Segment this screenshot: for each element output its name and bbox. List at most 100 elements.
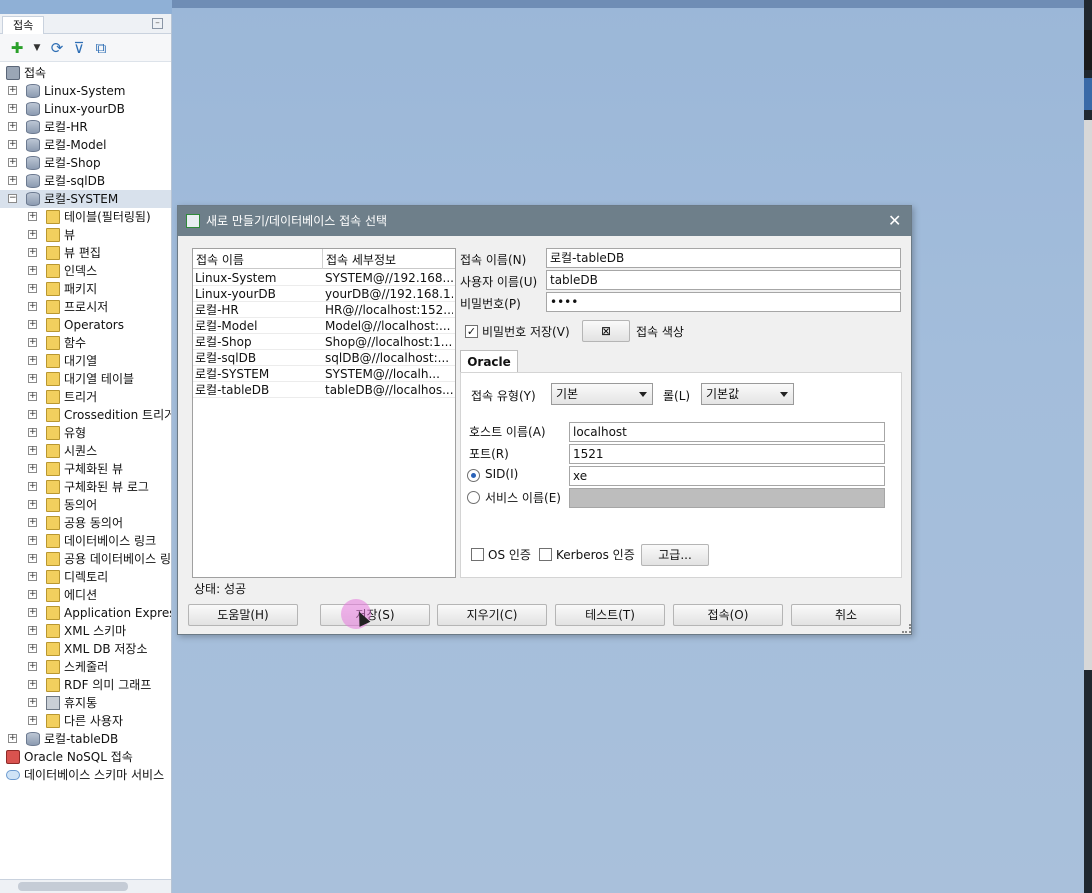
- test-button[interactable]: 테스트(T): [555, 604, 665, 626]
- list-item[interactable]: 로컬-Shop Shop@//localhost:1...: [193, 334, 455, 350]
- username-field[interactable]: tableDB: [546, 270, 901, 290]
- column-header-detail[interactable]: 접속 세부정보: [326, 251, 396, 268]
- tree-item-object-folder[interactable]: + RDF 의미 그래프: [0, 676, 171, 694]
- list-item[interactable]: 로컬-SYSTEM SYSTEM@//localh...: [193, 366, 455, 382]
- expand-icon[interactable]: +: [28, 554, 37, 563]
- host-field[interactable]: localhost: [569, 422, 885, 442]
- filter-icon[interactable]: ⊽: [70, 39, 88, 57]
- close-icon[interactable]: ✕: [888, 206, 901, 236]
- cancel-button[interactable]: 취소: [791, 604, 901, 626]
- role-select[interactable]: 기본값: [701, 383, 794, 405]
- tree-item-object-folder[interactable]: + 시퀀스: [0, 442, 171, 460]
- service-name-radio[interactable]: [467, 491, 480, 504]
- tree-item-object-folder[interactable]: + 트리거: [0, 388, 171, 406]
- expand-icon[interactable]: +: [28, 428, 37, 437]
- expand-icon[interactable]: +: [28, 374, 37, 383]
- tree-item-object-folder[interactable]: + 공용 동의어: [0, 514, 171, 532]
- expand-icon[interactable]: +: [28, 662, 37, 671]
- kerberos-checkbox[interactable]: [539, 548, 552, 561]
- scrollbar-thumb[interactable]: [18, 882, 128, 891]
- horizontal-scrollbar[interactable]: [0, 879, 171, 893]
- conn-type-select[interactable]: 기본: [551, 383, 653, 405]
- expand-icon[interactable]: +: [8, 140, 17, 149]
- expand-icon[interactable]: +: [28, 680, 37, 689]
- tree-item-object-folder[interactable]: + Operators: [0, 316, 171, 334]
- conn-name-field[interactable]: 로컬-tableDB: [546, 248, 901, 268]
- expand-icon[interactable]: +: [28, 518, 37, 527]
- tree-item-object-folder[interactable]: + 함수: [0, 334, 171, 352]
- expand-icon[interactable]: +: [8, 734, 17, 743]
- clear-button[interactable]: 지우기(C): [437, 604, 547, 626]
- tree-item-object-folder[interactable]: + 디렉토리: [0, 568, 171, 586]
- expand-icon[interactable]: +: [8, 104, 17, 113]
- tree-item-object-folder[interactable]: + 공용 데이터베이스 링크: [0, 550, 171, 568]
- tree-item-object-folder[interactable]: + XML DB 저장소: [0, 640, 171, 658]
- tree-item-object-folder[interactable]: + 뷰 편집: [0, 244, 171, 262]
- list-item[interactable]: 로컬-Model Model@//localhost:...: [193, 318, 455, 334]
- tree-item-object-folder[interactable]: + 인덱스: [0, 262, 171, 280]
- expand-icon[interactable]: +: [28, 338, 37, 347]
- advanced-button[interactable]: 고급...: [641, 544, 709, 566]
- tree-item-object-folder[interactable]: + 대기열: [0, 352, 171, 370]
- save-button[interactable]: 저장(S): [320, 604, 430, 626]
- expand-icon[interactable]: +: [28, 590, 37, 599]
- conn-color-button[interactable]: ⊠: [582, 320, 630, 342]
- refresh-icon[interactable]: ⟳: [48, 39, 66, 57]
- connection-list[interactable]: 접속 이름 접속 세부정보 Linux-System SYSTEM@//192.1…: [192, 248, 456, 578]
- chevron-down-icon[interactable]: ▼: [28, 39, 46, 57]
- expand-icon[interactable]: +: [8, 176, 17, 185]
- expand-icon[interactable]: +: [28, 320, 37, 329]
- expand-icon[interactable]: +: [28, 464, 37, 473]
- tree-item-connection[interactable]: − 로컬-SYSTEM: [0, 190, 171, 208]
- tree-item-object-folder[interactable]: + 패키지: [0, 280, 171, 298]
- tree-item-object-folder[interactable]: + 휴지통: [0, 694, 171, 712]
- tree-item-connection[interactable]: + 로컬-Model: [0, 136, 171, 154]
- tree-item-connection[interactable]: + Linux-System: [0, 82, 171, 100]
- expand-icon[interactable]: +: [28, 392, 37, 401]
- tree-item-object-folder[interactable]: + 구체화된 뷰: [0, 460, 171, 478]
- expand-icon[interactable]: +: [28, 230, 37, 239]
- tree-item-object-folder[interactable]: + 다른 사용자: [0, 712, 171, 730]
- expand-icon[interactable]: +: [28, 266, 37, 275]
- tree-item-connection[interactable]: + 로컬-sqlDB: [0, 172, 171, 190]
- tree-item-object-folder[interactable]: + 에디션: [0, 586, 171, 604]
- tree-item-object-folder[interactable]: + 뷰: [0, 226, 171, 244]
- save-password-checkbox[interactable]: ✓: [465, 325, 478, 338]
- expand-icon[interactable]: +: [28, 212, 37, 221]
- expand-icon[interactable]: +: [28, 248, 37, 257]
- tree-item-connection[interactable]: + 로컬-HR: [0, 118, 171, 136]
- tree-item-object-folder[interactable]: + 대기열 테이블: [0, 370, 171, 388]
- resize-grip-icon[interactable]: [902, 624, 911, 633]
- help-button[interactable]: 도움말(H): [188, 604, 298, 626]
- tree-item-object-folder[interactable]: + 테이블(필터링됨): [0, 208, 171, 226]
- password-field[interactable]: ••••: [546, 292, 901, 312]
- list-item[interactable]: Linux-System SYSTEM@//192.168....: [193, 270, 455, 286]
- tree-item-object-folder[interactable]: + 데이터베이스 링크: [0, 532, 171, 550]
- minimize-icon[interactable]: –: [152, 18, 163, 29]
- expand-icon[interactable]: +: [28, 446, 37, 455]
- tree-item-object-folder[interactable]: + XML 스키마: [0, 622, 171, 640]
- expand-icon[interactable]: +: [8, 86, 17, 95]
- expand-icon[interactable]: +: [28, 410, 37, 419]
- expand-icon[interactable]: +: [8, 158, 17, 167]
- expand-icon[interactable]: +: [28, 284, 37, 293]
- tree-item-object-folder[interactable]: + 유형: [0, 424, 171, 442]
- expand-icon[interactable]: +: [28, 698, 37, 707]
- tree-item-connection[interactable]: + Linux-yourDB: [0, 100, 171, 118]
- tree-item-object-folder[interactable]: + Application Express: [0, 604, 171, 622]
- port-field[interactable]: 1521: [569, 444, 885, 464]
- expand-icon[interactable]: +: [8, 122, 17, 131]
- tree-item-schema-service[interactable]: 데이터베이스 스키마 서비스: [0, 766, 171, 784]
- collapse-icon[interactable]: ⧉: [92, 39, 110, 57]
- tree-item-object-folder[interactable]: + 동의어: [0, 496, 171, 514]
- column-header-name[interactable]: 접속 이름: [196, 251, 244, 268]
- tree-item-object-folder[interactable]: + Crossedition 트리거: [0, 406, 171, 424]
- collapse-icon[interactable]: −: [8, 194, 17, 203]
- tree-item-connection[interactable]: + 로컬-tableDB: [0, 730, 171, 748]
- expand-icon[interactable]: +: [28, 356, 37, 365]
- sid-field[interactable]: xe: [569, 466, 885, 486]
- tree-item-object-folder[interactable]: + 구체화된 뷰 로그: [0, 478, 171, 496]
- tab-connections[interactable]: 접속: [2, 16, 45, 34]
- expand-icon[interactable]: +: [28, 644, 37, 653]
- tree-item-connection[interactable]: + 로컬-Shop: [0, 154, 171, 172]
